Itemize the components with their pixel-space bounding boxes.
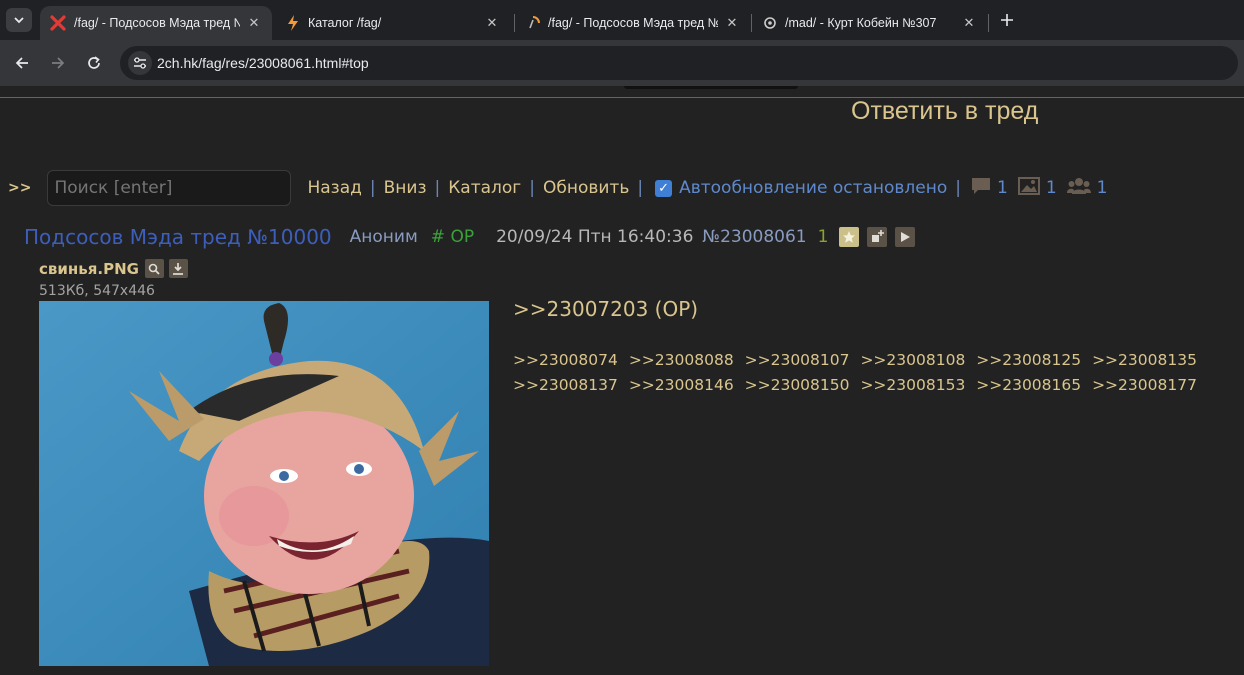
tab-mad-thread[interactable]: /mad/ - Курт Кобейн №307 ✕ (753, 6, 987, 40)
tab-separator (514, 14, 515, 32)
reply-link[interactable]: >>23008150 (745, 376, 850, 394)
file-name-link[interactable]: свинья.PNG (39, 260, 139, 278)
divider (0, 97, 1244, 98)
reply-thread-link[interactable]: Ответить в тред (851, 97, 1038, 126)
comment-icon (971, 177, 991, 200)
users-icon (1066, 177, 1091, 200)
chevron-down-icon (14, 17, 24, 24)
arrow-right-icon (52, 57, 65, 69)
reply-link[interactable]: >>23008165 (976, 376, 1081, 394)
download-button[interactable] (168, 259, 188, 278)
post-date: 20/09/24 Птн 16:40:36 (496, 227, 694, 247)
divider: | (529, 178, 535, 198)
down-link[interactable]: Вниз (384, 178, 427, 198)
reply-link[interactable]: >>23008177 (1092, 376, 1197, 394)
reply-link[interactable]: >>23008153 (860, 376, 965, 394)
divider: | (955, 178, 961, 198)
posters-count: 1 (1096, 178, 1108, 198)
op-quote-link[interactable]: >>23007203 (OP) (513, 297, 698, 321)
image-icon (1017, 176, 1040, 200)
search-image-button[interactable] (144, 259, 164, 278)
reply-plus-icon (872, 230, 885, 242)
tab-title: /mad/ - Курт Кобейн №307 (785, 16, 937, 30)
expand-button[interactable] (895, 227, 916, 247)
loading-icon (529, 16, 540, 29)
post-subject: Подсосов Мэда тред №10000 (24, 225, 332, 249)
file-info: свинья.PNG (39, 259, 188, 278)
address-bar[interactable]: 2ch.hk/fag/res/23008061.html#top (120, 46, 1238, 80)
tab-separator (988, 14, 989, 32)
reply-link[interactable]: >>23008108 (860, 351, 965, 369)
tab-fag-thread[interactable]: /fag/ - Подсосов Мэда тред № ✕ (40, 6, 272, 40)
file-meta: 513Кб, 547x446 (39, 283, 155, 299)
reply-link[interactable]: >>23008146 (629, 376, 734, 394)
site-info-button[interactable] (128, 51, 152, 75)
divider: | (637, 178, 644, 198)
forward-button[interactable] (46, 52, 70, 74)
reply-link[interactable]: >>23008088 (629, 351, 734, 369)
reply-link[interactable]: >>23008125 (976, 351, 1081, 369)
tab-separator (751, 14, 752, 32)
catalog-link[interactable]: Каталог (448, 178, 521, 198)
post-count: 1 (817, 227, 829, 247)
red-x-icon (50, 15, 66, 31)
posts-count: 1 (997, 178, 1008, 198)
replies-list: >>23008074 >>23008088 >>23008107 >>23008… (513, 348, 1233, 398)
divider: | (369, 178, 376, 198)
compass-icon (764, 17, 776, 29)
post-image[interactable] (39, 301, 489, 666)
tab-search-button[interactable] (6, 8, 32, 32)
tune-icon (134, 57, 146, 69)
back-link[interactable]: Назад (307, 178, 361, 198)
tab-title: Каталог /fag/ (308, 16, 382, 30)
download-icon (173, 262, 184, 275)
back-button[interactable] (10, 52, 34, 74)
divider: | (434, 178, 441, 198)
tab-catalog[interactable]: Каталог /fag/ ✕ (276, 6, 510, 40)
images-count: 1 (1045, 178, 1057, 198)
reply-link[interactable]: >>23008107 (745, 351, 850, 369)
reply-link[interactable]: >>23008135 (1092, 351, 1197, 369)
new-tab-button[interactable] (996, 8, 1018, 32)
tab-title: /fag/ - Подсосов Мэда тред № (548, 16, 718, 30)
reply-link[interactable]: >>23008137 (513, 376, 618, 394)
autoupdate-label[interactable]: Автообновление остановлено (679, 178, 947, 198)
close-tab-icon[interactable]: ✕ (961, 16, 977, 31)
tab-title: /fag/ - Подсосов Мэда тред № (74, 16, 240, 30)
tab-fag-thread-2[interactable]: /fag/ - Подсосов Мэда тред № ✕ (516, 6, 750, 40)
close-tab-icon[interactable]: ✕ (484, 16, 500, 31)
browser-toolbar: 2ch.hk/fag/res/23008061.html#top (0, 40, 1244, 86)
op-marker: # OP (430, 227, 475, 247)
reload-button[interactable] (82, 52, 106, 74)
tab-strip: /fag/ - Подсосов Мэда тред № ✕ Каталог /… (0, 0, 1244, 40)
post-header: Подсосов Мэда тред №10000 Аноним # OP 20… (24, 224, 916, 250)
refresh-link[interactable]: Обновить (543, 178, 629, 198)
star-icon (843, 231, 856, 243)
lightning-icon (288, 15, 298, 31)
nav-arrows: >> (8, 180, 32, 196)
post-author: Аноним (349, 227, 418, 247)
close-tab-icon[interactable]: ✕ (246, 16, 262, 31)
page-content: Ответить в тред >> Назад | Вниз | Катало… (0, 86, 1244, 675)
post-number[interactable]: №23008061 (702, 227, 806, 247)
close-tab-icon[interactable]: ✕ (724, 16, 740, 31)
top-decoration (624, 86, 798, 89)
url-text: 2ch.hk/fag/res/23008061.html#top (157, 55, 369, 71)
thread-nav: >> Назад | Вниз | Каталог | Обновить | ✓… (8, 170, 1107, 206)
favorite-button[interactable] (839, 227, 860, 247)
search-input[interactable] (47, 170, 292, 206)
reply-button[interactable] (867, 227, 888, 247)
play-icon (901, 232, 911, 242)
search-icon (149, 263, 161, 275)
arrow-left-icon (15, 57, 28, 69)
reload-icon (88, 56, 100, 69)
plus-icon (1001, 14, 1013, 26)
autoupdate-checkbox[interactable]: ✓ (655, 179, 673, 197)
reply-link[interactable]: >>23008074 (513, 351, 618, 369)
